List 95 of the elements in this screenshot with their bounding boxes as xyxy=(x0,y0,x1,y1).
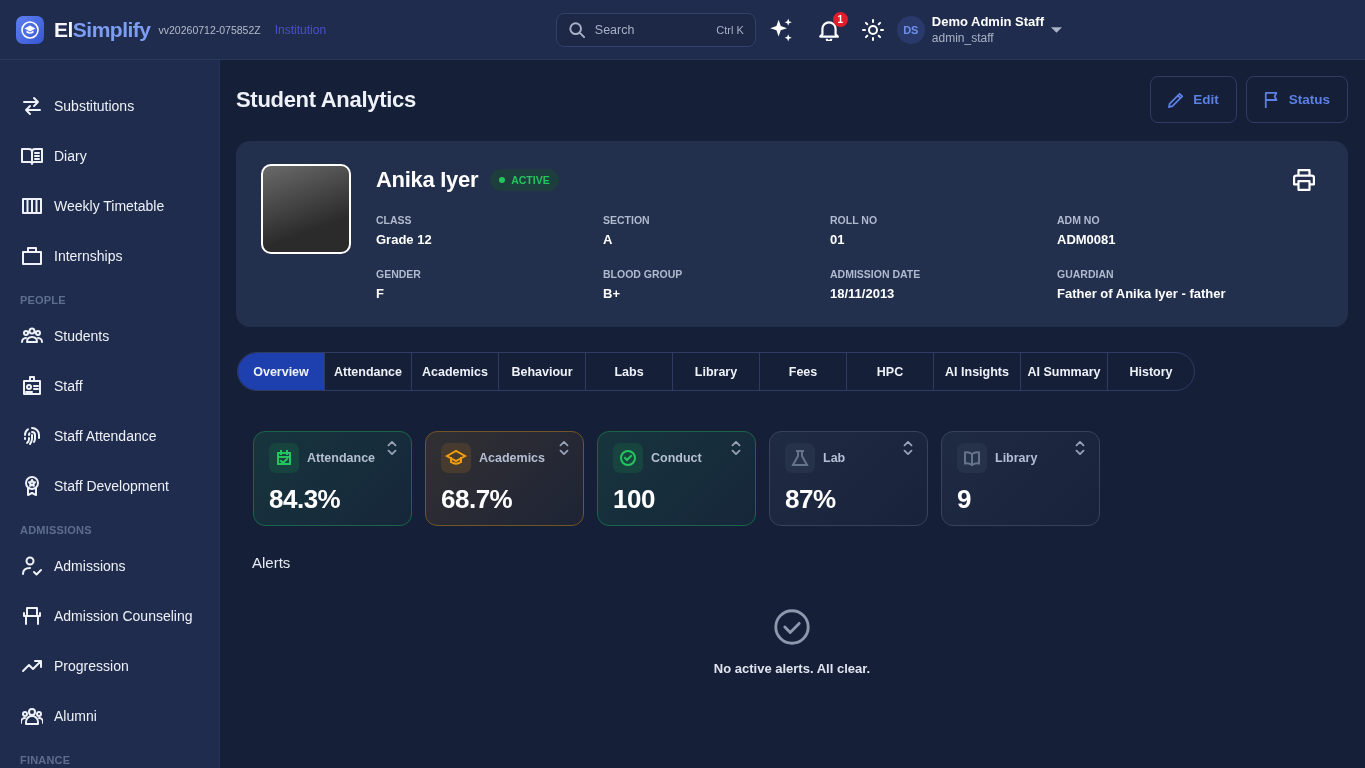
flask-icon xyxy=(785,443,815,473)
field-value: Father of Anika Iyer - father xyxy=(1057,285,1227,303)
sidebar-item[interactable]: Students xyxy=(0,311,219,361)
user-handle: admin_staff xyxy=(931,29,995,46)
calendar-check-icon xyxy=(269,443,299,473)
unfold-icon[interactable] xyxy=(1075,441,1085,455)
stat-label: Lab xyxy=(823,451,846,465)
section-heading: PEOPLE xyxy=(19,293,67,308)
user-name: Demo Admin Staff xyxy=(931,13,1044,30)
printer-icon[interactable] xyxy=(1293,169,1315,191)
field-label: CLASS xyxy=(376,213,413,228)
field-value: Grade 12 xyxy=(376,231,433,249)
tab[interactable]: HPC xyxy=(846,353,933,390)
sidebar-item[interactable]: Alumni xyxy=(0,691,219,741)
unfold-icon[interactable] xyxy=(731,441,741,455)
field-label: ADM NO xyxy=(1057,213,1101,228)
notification-badge: 1 xyxy=(832,11,848,27)
sidebar-item[interactable]: Staff Development xyxy=(0,461,219,511)
status-button[interactable]: Status xyxy=(1245,76,1348,123)
group-icon xyxy=(21,705,43,727)
graduation-cap-icon xyxy=(441,443,471,473)
status-dot-icon xyxy=(499,177,506,183)
search-icon xyxy=(568,21,585,38)
sidebar-item[interactable]: Admission Counseling xyxy=(0,591,219,641)
stat-value: 68.7% xyxy=(441,483,514,515)
stat-value: 84.3% xyxy=(269,483,342,515)
sun-icon[interactable] xyxy=(861,18,884,41)
person-check-icon xyxy=(21,555,43,577)
stat-label: Library xyxy=(995,451,1038,465)
tab[interactable]: Labs xyxy=(585,353,672,390)
sidebar-item[interactable]: Internships xyxy=(0,231,219,281)
stat-value: 87% xyxy=(785,483,837,515)
tab[interactable]: Behaviour xyxy=(498,353,585,390)
stat-value: 100 xyxy=(613,483,656,515)
unfold-icon[interactable] xyxy=(387,441,397,455)
stat-label: Academics xyxy=(479,451,545,465)
desk-icon xyxy=(21,605,43,627)
tab[interactable]: Academics xyxy=(411,353,498,390)
sidebar-item[interactable]: Substitutions xyxy=(0,81,219,131)
field-value: B+ xyxy=(603,285,621,303)
graduation-cap-icon[interactable] xyxy=(16,15,44,44)
edit-button[interactable]: Edit xyxy=(1150,76,1237,123)
empty-message: No active alerts. All clear. xyxy=(713,660,871,678)
tab[interactable]: Fees xyxy=(759,353,846,390)
section-title: Alerts xyxy=(252,553,292,573)
id-badge-icon xyxy=(21,375,43,397)
sidebar-item[interactable]: Progression xyxy=(0,641,219,691)
page-title: Student Analytics xyxy=(236,86,416,113)
stat-label: Conduct xyxy=(651,451,702,465)
status-text: ACTIVE xyxy=(511,174,550,186)
version-label: vv20260712-075852Z xyxy=(158,23,261,36)
field-label: SECTION xyxy=(603,213,651,228)
brand-name[interactable]: ElSimplify xyxy=(54,17,151,42)
context-label: Institution xyxy=(274,22,327,37)
student-name: Anika Iyer xyxy=(376,167,479,193)
field-value: 01 xyxy=(830,231,846,249)
field-value: A xyxy=(603,231,614,249)
briefcase-icon xyxy=(21,245,43,267)
field-label: GUARDIAN xyxy=(1057,267,1115,282)
pencil-icon xyxy=(1168,91,1185,108)
user-avatar[interactable]: DS xyxy=(896,15,925,44)
unfold-icon[interactable] xyxy=(559,441,569,455)
sidebar-item[interactable]: Diary xyxy=(0,131,219,181)
tab[interactable]: Attendance xyxy=(324,353,411,390)
section-heading: FINANCE xyxy=(19,753,72,768)
stat-label: Attendance xyxy=(307,451,376,465)
flag-icon xyxy=(1263,91,1280,108)
fingerprint-icon xyxy=(21,425,43,447)
sidebar-item[interactable]: Admissions xyxy=(0,541,219,591)
field-label: ADMISSION DATE xyxy=(830,267,922,282)
bell-icon[interactable] xyxy=(818,18,839,41)
field-value: 18/11/2013 xyxy=(830,285,896,303)
field-label: ROLL NO xyxy=(830,213,879,228)
field-value: F xyxy=(376,285,385,303)
swap-arrows-icon xyxy=(21,95,43,117)
tab[interactable]: AI Summary xyxy=(1020,353,1107,390)
caret-icon[interactable] xyxy=(1051,26,1062,33)
field-label: GENDER xyxy=(376,267,422,282)
sidebar-item[interactable]: Weekly Timetable xyxy=(0,181,219,231)
stat-value: 9 xyxy=(957,483,972,515)
sidebar-item[interactable]: Staff Attendance xyxy=(0,411,219,461)
tab[interactable]: History xyxy=(1107,353,1194,390)
tab[interactable]: AI Insights xyxy=(933,353,1020,390)
shortcut-hint: Ctrl K xyxy=(716,22,744,37)
tab[interactable]: Library xyxy=(672,353,759,390)
open-book-icon xyxy=(957,443,987,473)
sidebar-item[interactable]: Staff xyxy=(0,361,219,411)
field-value: ADM0081 xyxy=(1057,231,1117,249)
book-icon xyxy=(21,145,43,167)
columns-icon xyxy=(21,195,43,217)
tab[interactable]: Overview xyxy=(238,353,324,390)
unfold-icon[interactable] xyxy=(903,441,913,455)
field-label: BLOOD GROUP xyxy=(603,267,684,282)
sparkles-icon[interactable] xyxy=(768,17,793,42)
section-heading: ADMISSIONS xyxy=(19,523,93,538)
